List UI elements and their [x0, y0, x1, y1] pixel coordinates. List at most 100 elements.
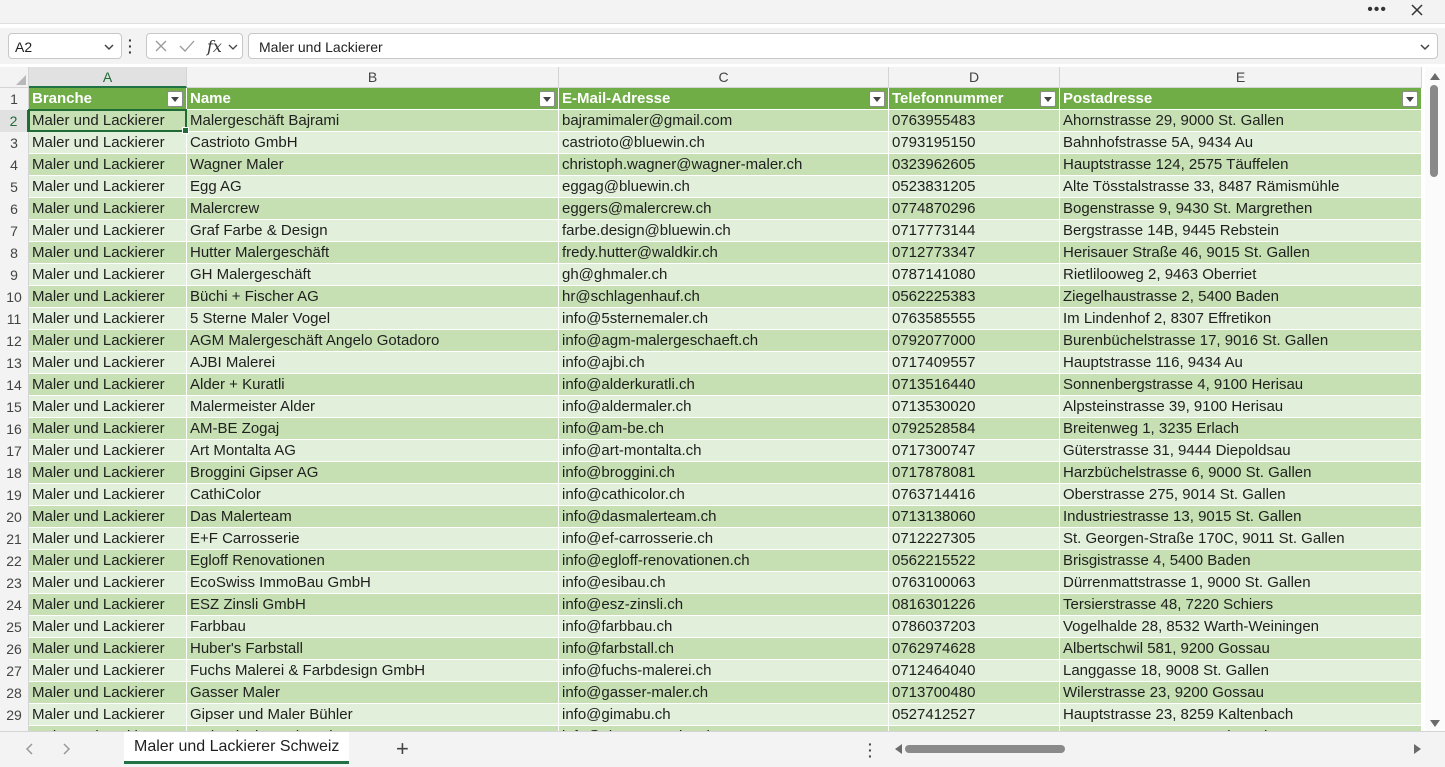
table-cell[interactable]: christoph.wagner@wagner-maler.ch [559, 154, 889, 176]
column-header-a[interactable]: A [29, 67, 187, 88]
table-cell[interactable]: 0523831205 [889, 176, 1060, 198]
table-cell[interactable]: 0774870296 [889, 198, 1060, 220]
table-cell[interactable]: eggers@malercrew.ch [559, 198, 889, 220]
table-cell[interactable]: 0712464040 [889, 660, 1060, 682]
table-cell[interactable]: 0762974628 [889, 638, 1060, 660]
table-cell[interactable]: Farbbau [187, 616, 559, 638]
table-cell[interactable]: Malercrew [187, 198, 559, 220]
row-header[interactable]: 1 [0, 88, 29, 110]
table-cell[interactable]: info@agm-malergeschaeft.ch [559, 330, 889, 352]
table-cell[interactable]: ESZ Zinsli GmbH [187, 594, 559, 616]
table-cell[interactable]: Burenbüchelstrasse 17, 9016 St. Gallen [1060, 330, 1422, 352]
table-cell[interactable]: 0792077000 [889, 330, 1060, 352]
table-cell[interactable]: 0713530020 [889, 396, 1060, 418]
table-cell[interactable]: 0786037203 [889, 616, 1060, 638]
table-cell[interactable]: 0712773347 [889, 242, 1060, 264]
row-header[interactable]: 10 [0, 286, 29, 308]
row-header[interactable]: 16 [0, 418, 29, 440]
table-cell[interactable]: Maler und Lackierer [29, 330, 187, 352]
table-cell[interactable]: Maler und Lackierer [29, 374, 187, 396]
table-cell[interactable]: 0717300747 [889, 440, 1060, 462]
table-cell[interactable]: 0562215522 [889, 550, 1060, 572]
table-cell[interactable]: info@aldermaler.ch [559, 396, 889, 418]
row-header[interactable]: 29 [0, 704, 29, 726]
table-cell[interactable]: Maler und Lackierer [29, 572, 187, 594]
table-cell[interactable]: Wilerstrasse 23, 9200 Gossau [1060, 682, 1422, 704]
row-header[interactable]: 3 [0, 132, 29, 154]
table-cell[interactable]: 0717773144 [889, 220, 1060, 242]
table-cell[interactable]: 0713700480 [889, 682, 1060, 704]
table-cell[interactable]: 0793195150 [889, 132, 1060, 154]
row-header[interactable]: 2 [0, 110, 29, 132]
table-cell[interactable]: Bogenstrasse 9, 9430 St. Margrethen [1060, 198, 1422, 220]
table-cell[interactable]: hr@schlagenhauf.ch [559, 286, 889, 308]
table-cell[interactable]: Maler und Lackierer [29, 132, 187, 154]
row-header[interactable]: 17 [0, 440, 29, 462]
table-cell[interactable]: Hutter Malergeschäft [187, 242, 559, 264]
table-cell[interactable]: info@esz-zinsli.ch [559, 594, 889, 616]
table-cell[interactable]: Oberstrasse 275, 9014 St. Gallen [1060, 484, 1422, 506]
table-cell[interactable]: Castrioto GmbH [187, 132, 559, 154]
next-sheet-icon[interactable] [60, 742, 72, 756]
table-cell[interactable]: 0763955483 [889, 110, 1060, 132]
table-cell[interactable]: Alte Tösstalstrasse 33, 8487 Rämismühle [1060, 176, 1422, 198]
chevron-down-icon[interactable] [228, 42, 238, 52]
table-cell[interactable]: 0763100063 [889, 572, 1060, 594]
table-cell[interactable]: Maler und Lackierer [29, 638, 187, 660]
table-cell[interactable]: info@ef-carrosserie.ch [559, 528, 889, 550]
row-header[interactable]: 24 [0, 594, 29, 616]
row-header[interactable]: 15 [0, 396, 29, 418]
table-cell[interactable]: fredy.hutter@waldkir.ch [559, 242, 889, 264]
select-all-button[interactable] [0, 67, 29, 88]
table-cell[interactable]: gh@ghmaler.ch [559, 264, 889, 286]
row-header[interactable]: 11 [0, 308, 29, 330]
row-header[interactable]: 18 [0, 462, 29, 484]
table-cell[interactable]: Maler und Lackierer [29, 704, 187, 726]
table-cell[interactable]: Güterstrasse 31, 9444 Diepoldsau [1060, 440, 1422, 462]
formula-value[interactable]: Maler und Lackierer [259, 39, 383, 55]
table-cell[interactable]: 0816301226 [889, 594, 1060, 616]
row-header[interactable]: 26 [0, 638, 29, 660]
table-cell[interactable]: 0717878081 [889, 462, 1060, 484]
filter-dropdown-icon[interactable] [167, 91, 183, 107]
chevron-down-icon[interactable] [103, 41, 115, 53]
table-cell[interactable]: Gasser Maler [187, 682, 559, 704]
horizontal-scroll-thumb[interactable] [905, 745, 1065, 753]
table-cell[interactable]: AJBI Malerei [187, 352, 559, 374]
table-cell[interactable]: Im Lindenhof 2, 8307 Effretikon [1060, 308, 1422, 330]
table-cell[interactable]: 0713516440 [889, 374, 1060, 396]
table-cell[interactable]: Malermeister Alder [187, 396, 559, 418]
table-cell[interactable]: Maler und Lackierer [29, 198, 187, 220]
table-cell[interactable]: info@farbbau.ch [559, 616, 889, 638]
table-cell[interactable]: Maler und Lackierer [29, 528, 187, 550]
table-cell[interactable]: Maler und Lackierer [29, 440, 187, 462]
table-cell[interactable]: eggag@bluewin.ch [559, 176, 889, 198]
table-cell[interactable]: Ziegelhaustrasse 2, 5400 Baden [1060, 286, 1422, 308]
table-cell[interactable]: Maler und Lackierer [29, 682, 187, 704]
filter-dropdown-icon[interactable] [539, 91, 555, 107]
table-cell[interactable]: Herisauer Straße 46, 9015 St. Gallen [1060, 242, 1422, 264]
table-cell[interactable]: AGM Malergeschäft Angelo Gotadoro [187, 330, 559, 352]
table-cell[interactable]: info@dasmalerteam.ch [559, 506, 889, 528]
row-header[interactable]: 14 [0, 374, 29, 396]
formula-input[interactable]: Maler und Lackierer [248, 33, 1438, 59]
table-cell[interactable]: Bahnhofstrasse 5A, 9434 Au [1060, 132, 1422, 154]
table-cell[interactable]: 0792528584 [889, 418, 1060, 440]
table-cell[interactable]: Maler und Lackierer [29, 264, 187, 286]
table-cell[interactable]: CathiColor [187, 484, 559, 506]
table-cell[interactable]: Art Montalta AG [187, 440, 559, 462]
column-header-e[interactable]: E [1060, 67, 1422, 88]
table-cell[interactable]: Maler und Lackierer [29, 352, 187, 374]
table-cell[interactable]: info@esibau.ch [559, 572, 889, 594]
row-header[interactable]: 22 [0, 550, 29, 572]
table-cell[interactable]: Malergeschäft Bajrami [187, 110, 559, 132]
spreadsheet-grid[interactable]: A B C D E 1 Branche Name E-Mail-Adresse Telefonnu… [0, 67, 1445, 731]
table-cell[interactable]: Maler und Lackierer [29, 286, 187, 308]
table-cell[interactable]: Maler und Lackierer [29, 616, 187, 638]
table-cell[interactable]: Maler und Lackierer [29, 308, 187, 330]
table-cell[interactable]: Industriestrasse 13, 9015 St. Gallen [1060, 506, 1422, 528]
table-cell[interactable]: info@gimabu.ch [559, 704, 889, 726]
row-header[interactable]: 20 [0, 506, 29, 528]
filter-dropdown-icon[interactable] [869, 91, 885, 107]
table-cell[interactable]: Das Malerteam [187, 506, 559, 528]
